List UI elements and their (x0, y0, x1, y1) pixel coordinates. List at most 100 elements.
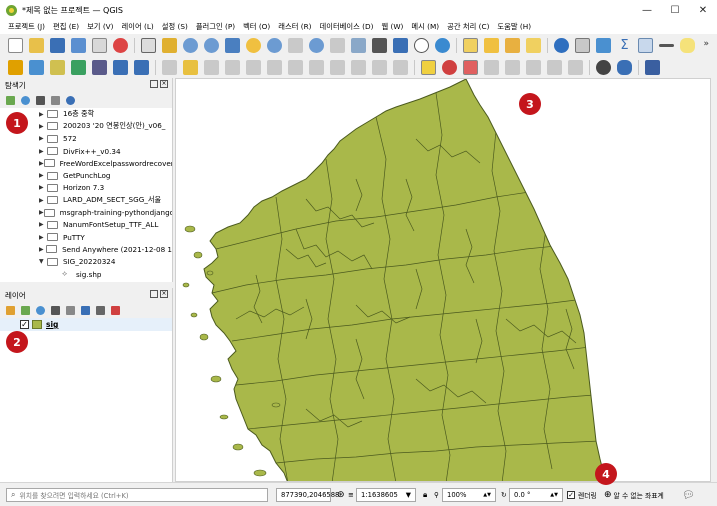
browser-file-item[interactable]: ⟡ sig.shp (0, 268, 172, 280)
coordinate-field[interactable]: 877390,2046588 (276, 487, 339, 503)
add-layer-icon[interactable] (113, 59, 128, 75)
menu-layer[interactable]: 레이어 (L) (122, 22, 154, 32)
float-panel-icon[interactable] (150, 80, 158, 88)
zoom-selection-icon[interactable] (246, 37, 261, 53)
temporal-controller-icon[interactable] (414, 37, 429, 53)
cut-features-icon[interactable] (309, 59, 324, 75)
menu-edit[interactable]: 편집 (E) (53, 22, 79, 32)
menu-mesh[interactable]: 메시 (M) (411, 22, 439, 32)
browser-folder-item[interactable]: ▶ FreeWordExcelpasswordrecovery (0, 157, 172, 169)
expand-arrow-icon[interactable]: ▶ (39, 123, 47, 130)
zoom-in-icon[interactable] (183, 37, 198, 53)
filter-browser-icon[interactable] (36, 95, 45, 105)
pan-to-selection-icon[interactable] (162, 37, 177, 53)
expand-arrow-icon[interactable]: ▶ (39, 221, 47, 228)
toggle-extents-icon[interactable]: ⊛ (337, 487, 345, 503)
change-label-icon[interactable] (568, 59, 583, 75)
deselect-icon[interactable] (505, 37, 520, 53)
statistics-sigma-icon[interactable]: Σ (617, 37, 632, 53)
expand-all-icon[interactable] (81, 305, 90, 315)
filter-legend-icon[interactable] (51, 305, 60, 315)
menu-project[interactable]: 프로젝트 (J) (8, 22, 45, 32)
bookmark-icon[interactable] (372, 37, 387, 53)
spin-arrows-icon[interactable]: ▲▼ (483, 492, 491, 498)
close-panel-icon[interactable]: × (160, 290, 168, 298)
delete-selected-icon[interactable] (288, 59, 303, 75)
browser-folder-item[interactable]: ▶ PuTTY (0, 231, 172, 243)
close-panel-icon[interactable]: × (160, 80, 168, 88)
expand-arrow-icon[interactable]: ▶ (39, 197, 47, 204)
float-panel-icon[interactable] (150, 290, 158, 298)
copy-features-icon[interactable] (330, 59, 345, 75)
collapse-arrow-icon[interactable]: ▼ (39, 258, 47, 265)
browser-folder-item[interactable]: ▶ NanumFontSetup_TTF_ALL (0, 219, 172, 231)
browser-folder-item[interactable]: ▶ 572 (0, 133, 172, 145)
collapse-all-layers-icon[interactable] (96, 305, 105, 315)
close-button[interactable]: ✕ (689, 0, 717, 20)
settings-gear-icon[interactable] (596, 37, 611, 53)
zoom-native-icon[interactable] (288, 37, 303, 53)
rotate-label-icon[interactable] (547, 59, 562, 75)
new-map-view-icon[interactable] (351, 37, 366, 53)
print-layout-icon[interactable] (92, 37, 107, 53)
browser-folder-item[interactable]: ▶ msgraph-training-pythondjango (0, 206, 172, 218)
data-source-manager-icon[interactable] (8, 59, 23, 75)
highlight-label-icon[interactable] (463, 59, 478, 75)
menu-settings[interactable]: 설정 (S) (162, 22, 188, 32)
paste-features-icon[interactable] (351, 59, 366, 75)
zoom-out-icon[interactable] (204, 37, 219, 53)
zoom-next-icon[interactable] (330, 37, 345, 53)
layer-row-sig[interactable]: ✓ sig (0, 318, 172, 331)
menu-raster[interactable]: 래스터 (R) (278, 22, 311, 32)
save-project-icon[interactable] (50, 37, 65, 53)
toggle-editing-pencil-icon[interactable] (183, 59, 198, 75)
browser-folder-item-expanded[interactable]: ▼ SIG_20220324 (0, 256, 172, 268)
menu-vector[interactable]: 벡터 (O) (243, 22, 270, 32)
add-raster-icon[interactable] (92, 59, 107, 75)
open-styling-icon[interactable] (6, 305, 15, 315)
show-labels-icon[interactable] (505, 59, 520, 75)
gps-icon[interactable] (596, 59, 611, 75)
refresh-browser-icon[interactable] (21, 95, 30, 105)
render-checkbox[interactable]: ✓ (567, 491, 575, 499)
expand-arrow-icon[interactable]: ▶ (39, 234, 47, 241)
layer-name[interactable]: sig (46, 320, 58, 329)
expand-arrow-icon[interactable]: ▶ (39, 148, 47, 155)
diagram-icon[interactable] (442, 59, 457, 75)
lock-scale-icon[interactable]: 🔒︎ (423, 487, 427, 503)
layer-symbol-swatch[interactable] (32, 320, 42, 329)
select-by-value-icon[interactable] (484, 37, 499, 53)
add-feature-icon[interactable] (225, 59, 240, 75)
zoom-full-icon[interactable] (225, 37, 240, 53)
locator-search-bar[interactable]: ⌕ 위치를 찾으려면 입력하세요 (Ctrl+K) (6, 487, 268, 503)
select-features-icon[interactable] (463, 37, 478, 53)
menu-view[interactable]: 보기 (V) (87, 22, 113, 32)
browser-folder-item[interactable]: ▶ DivFix++_v0.34 (0, 145, 172, 157)
expand-arrow-icon[interactable]: ▶ (39, 160, 44, 167)
render-toggle[interactable]: ✓ 렌더링 (567, 487, 597, 503)
pan-icon[interactable] (141, 37, 156, 53)
add-vector-icon[interactable] (71, 59, 86, 75)
browser-folder-item[interactable]: ▶ LARD_ADM_SECT_SGG_서울 (0, 194, 172, 206)
python-console-icon[interactable] (617, 59, 632, 75)
expand-arrow-icon[interactable]: ▶ (39, 111, 47, 118)
open-project-icon[interactable] (29, 37, 44, 53)
expand-arrow-icon[interactable]: ▶ (39, 135, 47, 142)
vertex-tool-icon[interactable] (246, 59, 261, 75)
zoom-last-icon[interactable] (309, 37, 324, 53)
add-csv-icon[interactable] (134, 59, 149, 75)
minimize-button[interactable]: — (633, 0, 661, 20)
properties-info-icon[interactable] (66, 95, 75, 105)
scale-dropdown[interactable]: 1:1638605 ▼ (356, 487, 416, 503)
show-bookmarks-icon[interactable] (393, 37, 408, 53)
messages-icon[interactable]: 💬︎ (682, 487, 695, 503)
style-manager-icon[interactable] (113, 37, 128, 53)
save-as-icon[interactable] (71, 37, 86, 53)
rotation-spinbox[interactable]: 0.0 ° ▲▼ (509, 487, 563, 503)
add-selected-layers-icon[interactable] (6, 95, 15, 105)
undo-icon[interactable] (372, 59, 387, 75)
refresh-icon[interactable] (435, 37, 450, 53)
new-shapefile-icon[interactable] (50, 59, 65, 75)
toolbar-overflow-icon[interactable]: » (703, 39, 709, 49)
magnifier-spinbox[interactable]: 100% ▲▼ (442, 487, 496, 503)
